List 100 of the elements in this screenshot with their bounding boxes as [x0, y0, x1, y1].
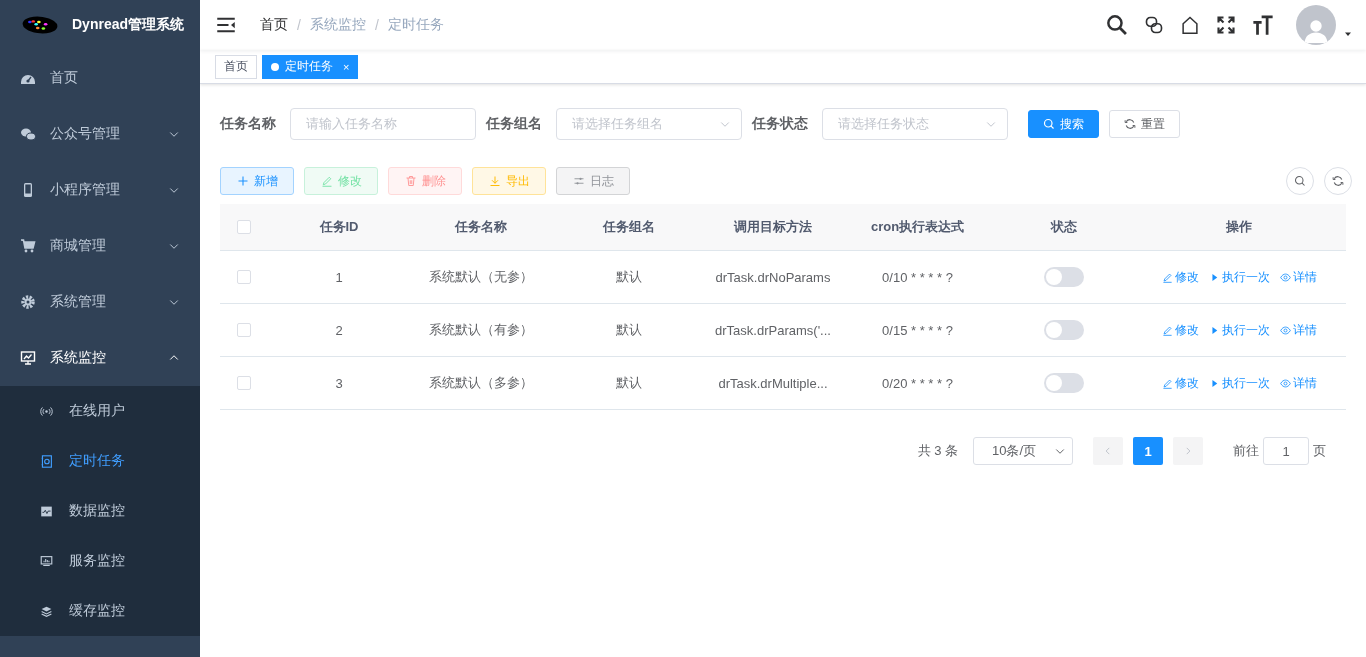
action-link[interactable]: 执行一次: [1208, 374, 1270, 392]
column-header: 任务组名: [601, 218, 656, 236]
monitor-icon: [20, 350, 36, 366]
action-link[interactable]: 详情: [1279, 268, 1317, 286]
menu-icon[interactable]: [216, 15, 236, 35]
prev-page-button[interactable]: [1093, 437, 1123, 465]
checkbox[interactable]: [237, 220, 251, 234]
input-field[interactable]: 请输入任务名称: [290, 108, 476, 140]
gear-icon: [20, 294, 36, 310]
action-link[interactable]: 详情: [1279, 321, 1317, 339]
table-cell-text: 3: [334, 375, 344, 391]
select-field[interactable]: 请选择任务组名: [556, 108, 742, 140]
action-link[interactable]: 详情: [1279, 374, 1317, 392]
table-cell-text: 默认: [614, 268, 643, 286]
refresh-button[interactable]: [1324, 167, 1352, 195]
search-icon[interactable]: [1106, 14, 1128, 36]
eye-icon: [1279, 324, 1291, 336]
search-icon: [1294, 175, 1306, 187]
caret-down-icon: [1344, 30, 1352, 38]
sidebar-subitem[interactable]: 数据监控: [0, 486, 200, 536]
server-icon: [40, 554, 53, 568]
refresh-icon: [1332, 175, 1344, 187]
checkbox[interactable]: [237, 323, 251, 337]
dot-icon: [271, 62, 279, 71]
toolbar-button[interactable]: 日志: [556, 167, 630, 195]
sidebar-item[interactable]: 公众号管理: [0, 106, 200, 162]
goto-suffix: 页: [1313, 442, 1326, 460]
action-link[interactable]: 修改: [1161, 374, 1199, 392]
sidebar-subitem[interactable]: 服务监控: [0, 536, 200, 586]
page-size-select[interactable]: 10条/页: [973, 437, 1073, 465]
sidebar-item[interactable]: 小程序管理: [0, 162, 200, 218]
table-cell-text: 默认: [614, 321, 643, 339]
checkbox[interactable]: [237, 376, 251, 390]
app-title: Dynread管理系统: [72, 16, 185, 34]
tab[interactable]: 首页: [215, 54, 257, 79]
table-cell-text: 2: [334, 322, 344, 338]
status-switch[interactable]: [1044, 320, 1084, 340]
table-cell-text: drTask.drNoParams: [714, 269, 832, 285]
table-cell-text: 系统默认（有参）: [428, 321, 534, 339]
column-header: 调用目标方法: [732, 218, 813, 236]
table-cell-text: 0/20 * * * * ?: [881, 375, 954, 391]
select-field[interactable]: 请选择任务状态: [822, 108, 1008, 140]
table-cell-text: 系统默认（多参）: [428, 374, 534, 392]
sidebar-subitem[interactable]: 在线用户: [0, 386, 200, 436]
page-input[interactable]: 1: [1263, 437, 1309, 465]
tab[interactable]: 定时任务 ×: [262, 54, 359, 79]
table-cell-text: 0/10 * * * * ?: [881, 269, 954, 285]
download-icon: [488, 175, 501, 187]
home-icon[interactable]: [1180, 15, 1200, 35]
action-link[interactable]: 执行一次: [1208, 321, 1270, 339]
action-link[interactable]: 修改: [1161, 321, 1199, 339]
avatar[interactable]: [1296, 5, 1336, 45]
status-switch[interactable]: [1044, 373, 1084, 393]
table-cell-text: drTask.drParams('...: [714, 322, 832, 338]
fullscreen-icon[interactable]: [1216, 15, 1236, 35]
refresh-icon: [1124, 118, 1136, 130]
sidebar-item[interactable]: 系统管理: [0, 274, 200, 330]
checkbox[interactable]: [237, 270, 251, 284]
status-switch[interactable]: [1044, 267, 1084, 287]
breadcrumb-item[interactable]: 首页: [260, 16, 288, 34]
table-cell-text: 系统默认（无参）: [428, 268, 534, 286]
breadcrumb-separator: /: [297, 17, 301, 33]
link-icon[interactable]: [1144, 15, 1164, 35]
sidebar-subitem[interactable]: 缓存监控: [0, 586, 200, 636]
goto-label: 前往: [1233, 442, 1259, 460]
sidebar-subitem[interactable]: 定时任务: [0, 436, 200, 486]
search-button[interactable]: 搜索: [1028, 110, 1099, 138]
stack-icon: [40, 604, 53, 618]
table-cell-text: 0/15 * * * * ?: [881, 322, 954, 338]
column-header: 任务ID: [318, 218, 360, 236]
signal-icon: [40, 404, 53, 418]
table-cell-text: drTask.drMultiple...: [717, 375, 829, 391]
breadcrumb-item: 定时任务: [387, 16, 444, 34]
wechat-icon: [20, 126, 36, 142]
chart-icon: [40, 504, 53, 518]
chevron-left-icon: [1103, 446, 1113, 456]
action-link[interactable]: 修改: [1161, 268, 1199, 286]
field-label: 任务组名: [486, 115, 543, 133]
page-number[interactable]: 1: [1133, 437, 1163, 465]
sidebar-item[interactable]: 系统监控: [0, 330, 200, 386]
toolbar-button[interactable]: 新增: [220, 167, 294, 195]
table-cell-text: 1: [334, 269, 344, 285]
next-page-button[interactable]: [1173, 437, 1203, 465]
pencil-icon: [1161, 324, 1173, 336]
plus-icon: [236, 175, 249, 187]
reset-button[interactable]: 重置: [1109, 110, 1180, 138]
close-icon[interactable]: ×: [343, 60, 350, 73]
action-link[interactable]: 执行一次: [1208, 268, 1270, 286]
sidebar-item[interactable]: 商城管理: [0, 218, 200, 274]
pencil-icon: [320, 175, 333, 187]
sidebar-item[interactable]: 首页: [0, 50, 200, 106]
table-cell-text: 默认: [614, 374, 643, 392]
search-icon: [1043, 118, 1055, 130]
field-label: 任务名称: [220, 115, 277, 133]
breadcrumb-separator: /: [374, 17, 379, 33]
search-toggle-button[interactable]: [1286, 167, 1314, 195]
font-size-icon[interactable]: [1252, 14, 1274, 36]
pencil-icon: [1161, 271, 1173, 283]
breadcrumb-item: 系统监控: [309, 16, 366, 34]
column-header: 状态: [1049, 218, 1078, 236]
